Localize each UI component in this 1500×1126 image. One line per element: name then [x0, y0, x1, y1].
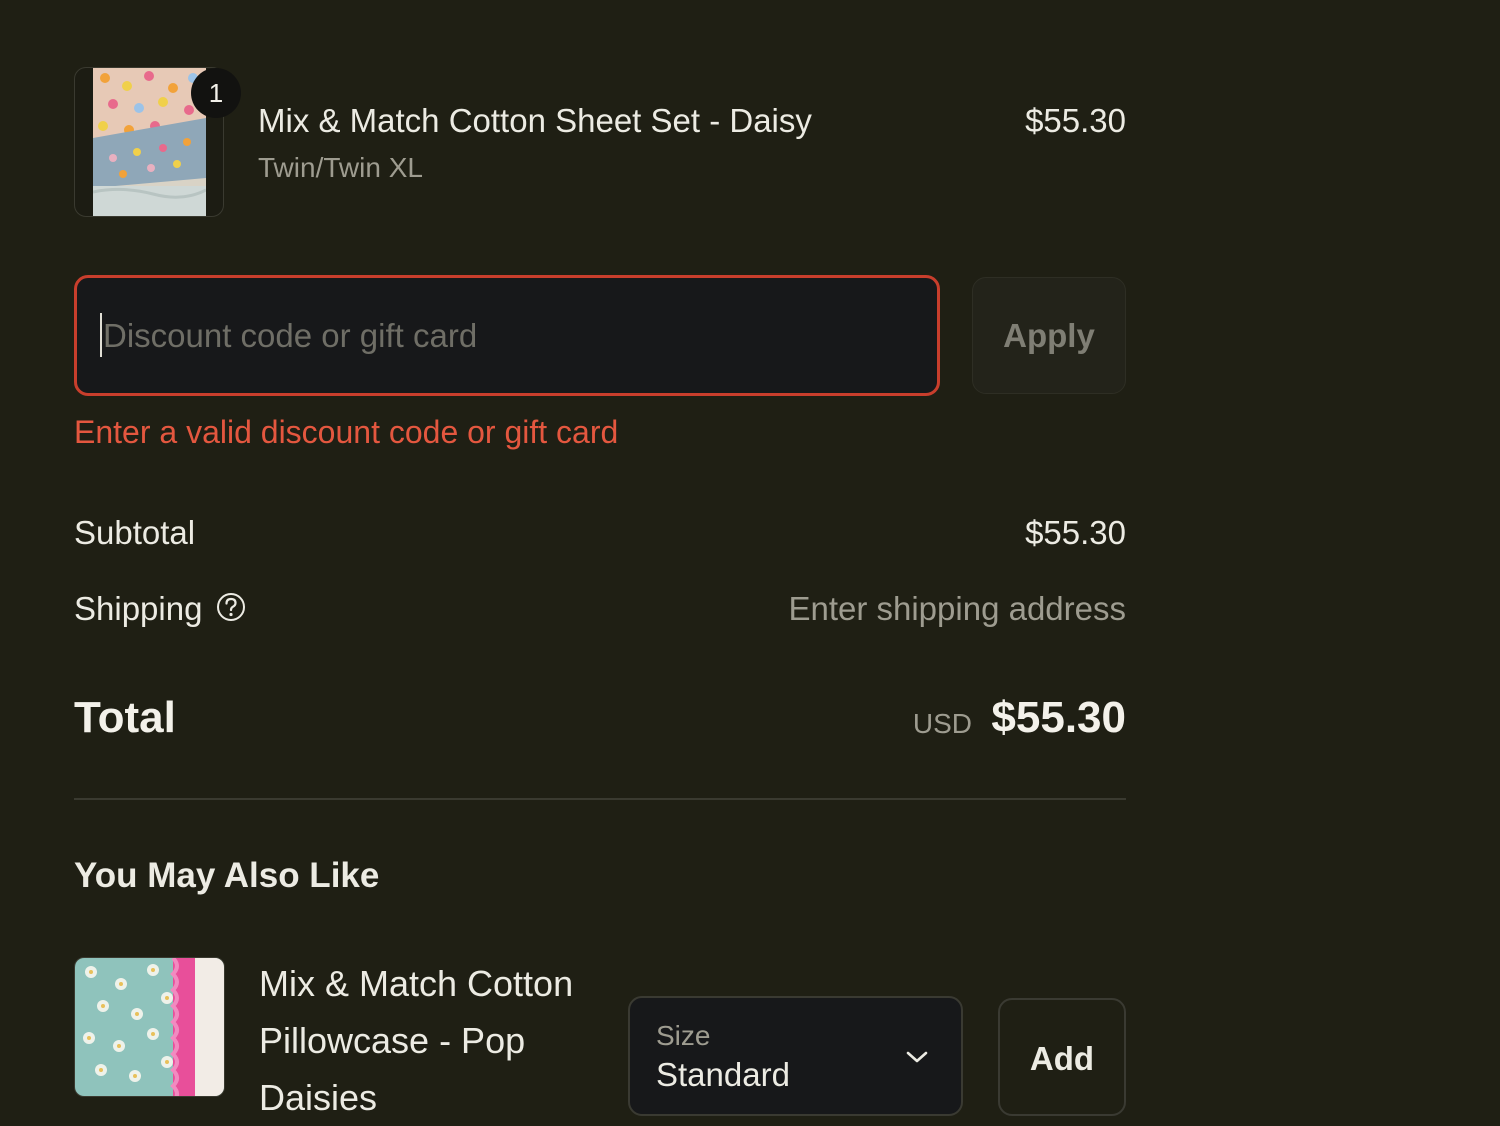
product-image-sheet-set	[93, 68, 206, 216]
shipping-label: Shipping	[74, 590, 203, 627]
total-label: Total	[74, 693, 176, 742]
chevron-down-icon	[905, 1048, 929, 1066]
product-thumbnail: 1	[74, 67, 241, 217]
total-currency: USD	[912, 708, 972, 739]
subtotal-value: $55.30	[1025, 514, 1126, 551]
discount-error-message: Enter a valid discount code or gift card	[74, 414, 619, 450]
add-to-cart-button[interactable]: Add	[998, 998, 1126, 1116]
recommended-product-title[interactable]: Mix & Match Cotton Pillowcase - Pop Dais…	[259, 955, 619, 1126]
size-select[interactable]: Size Standard	[628, 996, 963, 1116]
size-select-value: Standard	[656, 1056, 790, 1093]
cart-line-item: 1 Mix & Match Cotton Sheet Set - Daisy T…	[74, 50, 1126, 220]
recommendations-heading: You May Also Like	[74, 856, 380, 895]
shipping-value: Enter shipping address	[788, 590, 1126, 627]
apply-discount-button[interactable]: Apply	[972, 277, 1126, 394]
text-cursor	[100, 313, 102, 357]
add-button-label: Add	[1029, 1040, 1095, 1077]
recommended-product-image[interactable]	[74, 957, 225, 1097]
question-circle-icon[interactable]	[216, 592, 246, 622]
quantity-badge: 1	[191, 68, 241, 118]
discount-code-input[interactable]	[74, 275, 940, 396]
total-value: $55.30	[991, 693, 1126, 742]
divider	[74, 798, 1126, 800]
product-variant: Twin/Twin XL	[258, 152, 423, 183]
size-select-label: Size	[656, 1020, 711, 1051]
product-price: $55.30	[1025, 102, 1126, 139]
subtotal-label: Subtotal	[74, 514, 196, 551]
product-title: Mix & Match Cotton Sheet Set - Daisy	[258, 102, 812, 139]
